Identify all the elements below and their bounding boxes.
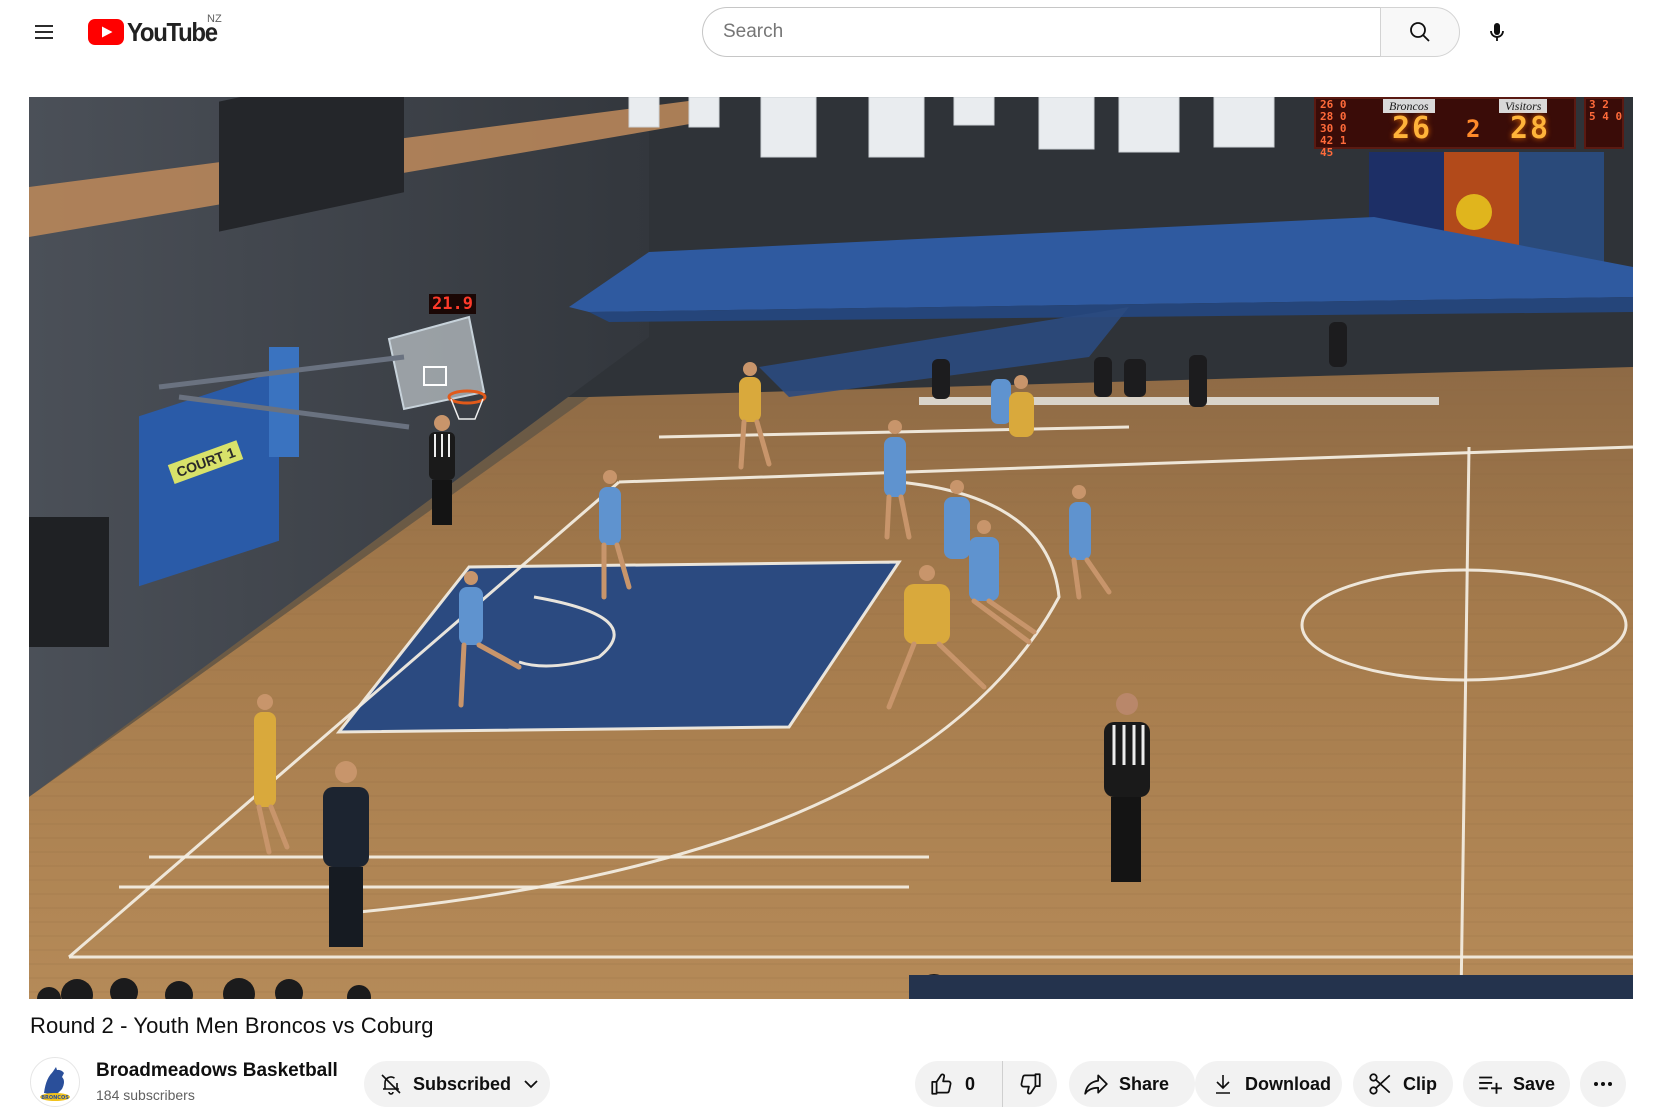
subscribed-button[interactable]: Subscribed — [364, 1061, 550, 1107]
youtube-play-icon — [88, 19, 124, 45]
scissors-icon — [1369, 1073, 1391, 1095]
video-owner: BRONCOS Broadmeadows Basketball 184 subs… — [30, 1054, 338, 1110]
video-frame — [29, 97, 1633, 999]
more-actions-button[interactable] — [1580, 1061, 1626, 1107]
like-dislike-group: 0 — [915, 1061, 1057, 1107]
download-button[interactable]: Download — [1195, 1061, 1342, 1107]
download-label: Download — [1245, 1073, 1331, 1094]
subscribed-label: Subscribed — [413, 1073, 512, 1094]
search-button[interactable] — [1380, 7, 1460, 57]
video-player[interactable]: Broncos Visitors 26 2 28 26 0 28 0 30 0 … — [29, 97, 1633, 999]
channel-name[interactable]: Broadmeadows Basketball — [96, 1059, 338, 1083]
clip-label: Clip — [1403, 1073, 1437, 1094]
save-label: Save — [1513, 1073, 1556, 1094]
share-button[interactable]: Share — [1069, 1061, 1195, 1107]
scoreboard-right-digits: 3 2 5 4 0 — [1589, 98, 1623, 123]
scoreboard-away-score: 28 — [1510, 111, 1551, 146]
arena-side-scoreboard: 3 2 5 4 0 — [1584, 97, 1624, 149]
search-icon — [1410, 22, 1430, 42]
scoreboard-left-digits: 26 0 28 0 30 0 42 1 45 — [1320, 98, 1347, 159]
search-box — [702, 7, 1460, 57]
share-icon — [1084, 1074, 1108, 1095]
masthead: YouTube NZ — [0, 0, 1655, 64]
search-input[interactable] — [702, 7, 1380, 57]
dislike-button[interactable] — [1003, 1061, 1057, 1107]
share-label: Share — [1119, 1073, 1170, 1094]
video-title: Round 2 - Youth Men Broncos vs Coburg — [30, 1013, 434, 1038]
country-code: NZ — [207, 13, 222, 25]
clip-button[interactable]: Clip — [1353, 1061, 1453, 1107]
chevron-down-icon — [524, 1080, 538, 1089]
microphone-icon — [1490, 23, 1504, 41]
youtube-logo[interactable]: YouTube — [88, 14, 225, 50]
subscriber-count: 184 subscribers — [96, 1087, 195, 1103]
voice-search-button[interactable] — [1473, 8, 1521, 56]
more-horizontal-icon — [1594, 1082, 1612, 1086]
thumbs-up-icon — [931, 1073, 952, 1095]
like-button[interactable]: 0 — [915, 1061, 1003, 1107]
like-count: 0 — [965, 1073, 976, 1094]
guide-menu-button[interactable] — [24, 12, 64, 52]
logo-wordmark: YouTube — [127, 16, 218, 47]
bell-off-icon — [381, 1074, 401, 1095]
broncos-logo-icon: BRONCOS — [33, 1060, 77, 1104]
scoreboard-home-score: 26 — [1392, 111, 1433, 146]
save-button[interactable]: Save — [1463, 1061, 1570, 1107]
download-icon — [1216, 1075, 1230, 1094]
thumbs-down-icon — [1020, 1073, 1041, 1095]
playlist-add-icon — [1479, 1076, 1502, 1094]
channel-avatar[interactable]: BRONCOS — [30, 1057, 80, 1107]
hamburger-menu-icon — [35, 25, 53, 39]
svg-text:BRONCOS: BRONCOS — [41, 1095, 69, 1101]
arena-scoreboard: Broncos Visitors 26 2 28 26 0 28 0 30 0 … — [1314, 97, 1576, 159]
scoreboard-period: 2 — [1466, 115, 1481, 143]
shot-clock-display: 21.9 — [429, 294, 476, 314]
channel-info: Broadmeadows Basketball 184 subscribers — [96, 1059, 338, 1105]
